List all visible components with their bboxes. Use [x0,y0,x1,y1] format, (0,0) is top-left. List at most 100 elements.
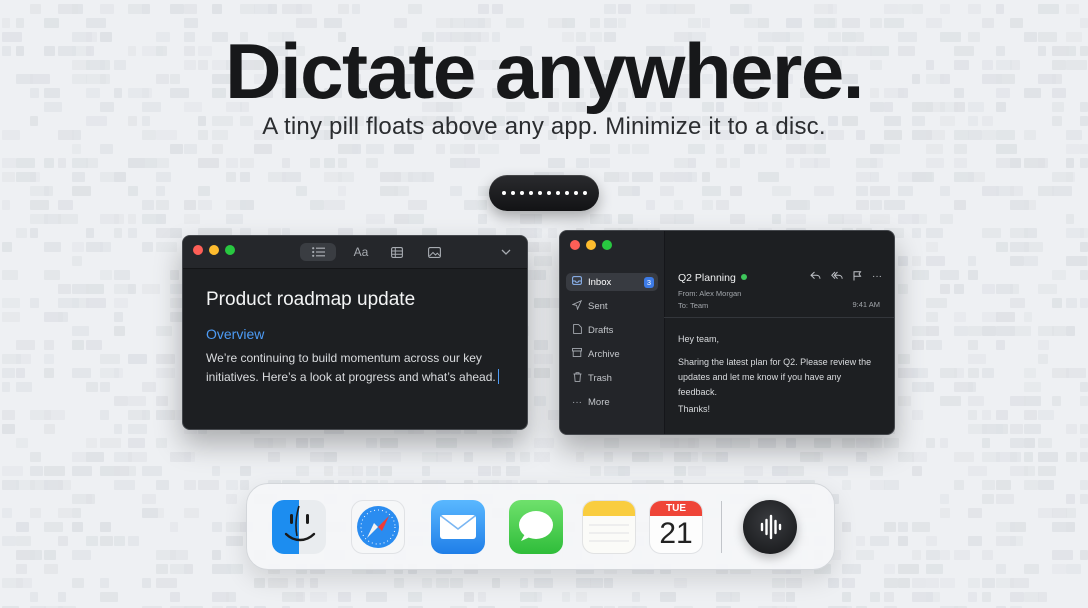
bg-tile [1010,438,1024,448]
bg-tile [1066,144,1080,154]
notes-icon[interactable] [582,500,636,554]
bg-tile [912,410,923,420]
bg-tile [184,144,197,154]
minimize-button[interactable] [586,240,596,250]
bg-tile [1052,326,1066,336]
bg-tile [1038,410,1054,420]
zoom-button[interactable] [602,240,612,250]
bg-tile [856,550,874,560]
sidebar-item-drafts[interactable]: Drafts [566,321,658,339]
bg-tile [2,172,15,182]
bg-tile [156,242,177,252]
dictation-pill[interactable] [489,175,599,211]
close-button[interactable] [570,240,580,250]
bg-tile [72,326,89,336]
text-format-icon[interactable]: Aa [349,243,373,261]
unread-badge: 3 [643,276,654,288]
bg-tile [58,214,78,224]
bg-tile [142,284,160,294]
bg-tile [884,564,895,574]
pill-dot [564,191,569,195]
bg-tile [114,396,128,406]
waveform-icon[interactable] [743,500,797,554]
bg-tile [464,452,473,462]
bg-tile [310,578,318,588]
bg-tile [170,522,178,532]
bg-tile [940,550,950,560]
more-icon[interactable]: ··· [872,271,882,284]
bg-tile [1052,270,1066,280]
bg-tile [940,284,950,294]
pill-dot [519,191,524,195]
table-icon[interactable] [387,243,407,261]
bg-tile [884,144,900,154]
finder-icon[interactable] [272,500,326,554]
chevron-down-icon[interactable] [497,243,515,261]
bg-tile [114,214,124,224]
calendar-icon[interactable]: TUE 21 [649,500,703,554]
bg-tile [996,144,1017,154]
messages-icon[interactable] [509,500,563,554]
sidebar-item-label: More [588,396,610,408]
bg-tile [758,438,776,448]
bg-tile [982,578,995,588]
bg-tile [716,200,729,210]
bg-tile [128,186,138,196]
bg-tile [226,536,243,546]
bg-tile [744,466,763,476]
sidebar-item-more[interactable]: ··· More [566,393,658,411]
bg-tile [912,4,923,14]
sidebar-item-archive[interactable]: Archive [566,345,658,363]
bg-tile [366,466,378,476]
bg-tile [2,424,15,434]
reply-all-icon[interactable] [831,271,843,284]
bg-tile [212,550,221,560]
bg-tile [100,578,109,588]
bg-tile [898,522,908,532]
bg-tile [2,298,20,308]
bg-tile [100,4,114,14]
note-body[interactable]: We’re continuing to build momentum acros… [206,349,516,387]
bg-tile [408,200,427,210]
bg-tile [128,284,136,294]
bg-tile [408,592,422,602]
minimize-button[interactable] [209,245,219,255]
list-icon[interactable] [300,243,336,261]
bg-tile [366,438,377,448]
bg-tile [128,396,146,406]
bg-tile [184,214,200,224]
bg-tile [296,466,309,476]
bg-tile [898,396,911,406]
bg-tile [1066,368,1086,378]
bg-tile [1066,564,1081,574]
bg-tile [44,466,65,476]
sidebar-item-inbox[interactable]: Inbox 3 [566,273,658,291]
flag-icon[interactable] [853,271,862,284]
note-title[interactable]: Product roadmap update [206,289,415,311]
close-button[interactable] [193,245,203,255]
mail-window: Inbox 3 Sent Drafts Archive Trash ··· Mo… [559,230,895,435]
bg-tile [674,466,686,476]
bg-tile [310,592,327,602]
bg-tile [44,368,54,378]
bg-tile [1038,340,1049,350]
bg-tile [926,592,940,602]
zoom-button[interactable] [225,245,235,255]
bg-tile [660,172,674,182]
bg-tile [576,578,591,588]
bg-tile [786,578,802,588]
bg-tile [688,466,706,476]
sidebar-item-trash[interactable]: Trash [566,369,658,387]
bg-tile [758,172,779,182]
image-icon[interactable] [424,243,444,261]
note-subheading[interactable]: Overview [206,326,264,342]
bg-tile [464,592,474,602]
bg-tile [954,550,970,560]
bg-tile [2,270,18,280]
sidebar-item-sent[interactable]: Sent [566,297,658,315]
safari-icon[interactable] [351,500,405,554]
reply-icon[interactable] [810,271,821,284]
mail-icon[interactable] [431,500,485,554]
archive-icon [566,348,588,360]
bg-tile [590,158,610,168]
